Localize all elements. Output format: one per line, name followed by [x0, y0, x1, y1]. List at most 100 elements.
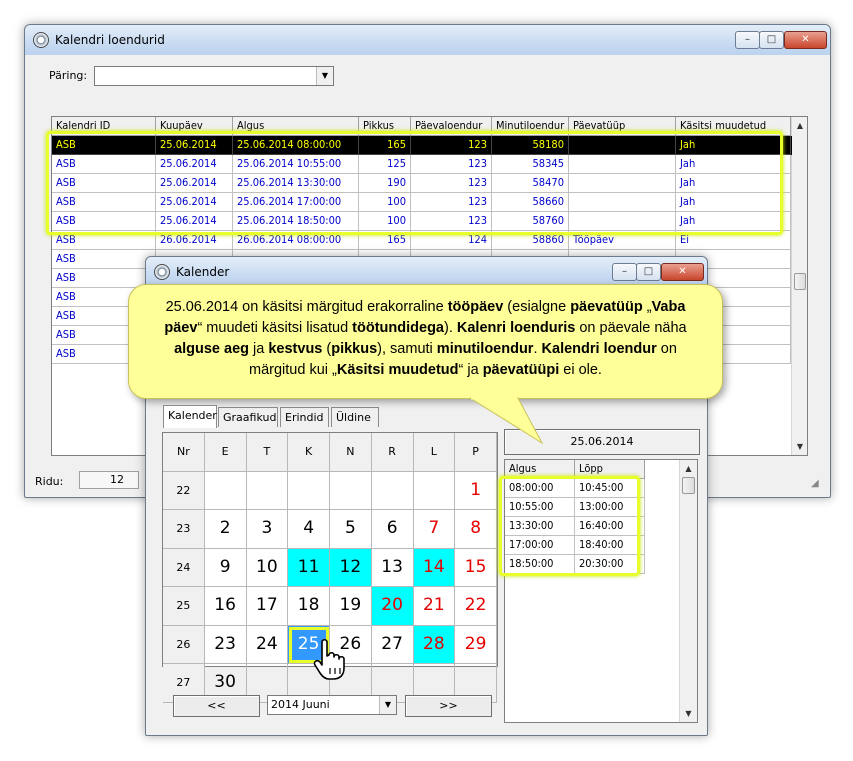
callout-text: ja	[249, 341, 269, 357]
calendar-day[interactable]: 13	[371, 548, 414, 587]
calendar-day[interactable]: 20	[371, 587, 414, 626]
table-row[interactable]: ASB 25.06.2014 25.06.2014 13:30:00 190 123 58…	[52, 174, 792, 193]
table-cell: 25.06.2014	[156, 155, 233, 174]
table-scrollbar[interactable]: ▲ ▼	[791, 117, 807, 455]
tab-erindid[interactable]: Erindid	[280, 407, 329, 427]
calendar-day[interactable]: 8	[455, 510, 497, 549]
intervals-list[interactable]: Algus Lõpp ▲ ▼ 08:00:00 10:45:00 10:55:00 1…	[504, 459, 698, 723]
query-select[interactable]: ▼	[94, 66, 334, 86]
table-row[interactable]: ASB 25.06.2014 25.06.2014 08:00:00 165 123 58…	[52, 136, 792, 155]
column-header[interactable]: Käsitsi muudetud	[676, 117, 791, 136]
calendar-day[interactable]: 3	[246, 510, 289, 549]
column-header[interactable]: Algus	[233, 117, 359, 136]
calendar-day[interactable]: 10	[246, 548, 289, 587]
interval-row[interactable]: 10:55:00 13:00:00	[505, 498, 645, 517]
interval-end: 16:40:00	[575, 517, 645, 536]
calendar-day[interactable]: 4	[288, 510, 330, 549]
table-cell: ASB	[52, 193, 156, 212]
tab-uldine[interactable]: Üldine	[331, 407, 379, 427]
calendar-day[interactable]: 9	[204, 548, 247, 587]
callout-text: alguse aeg	[174, 341, 250, 357]
calendar-empty-cell	[246, 471, 289, 510]
close-button[interactable]: ✕	[784, 31, 827, 49]
calendar-day[interactable]: 16	[204, 587, 247, 626]
chevron-down-icon[interactable]: ▼	[379, 696, 396, 714]
table-cell: 58660	[492, 193, 569, 212]
callout-note: 25.06.2014 on käsitsi märgitud erakorral…	[128, 284, 723, 399]
callout-text: „	[642, 299, 652, 315]
callout-text: .	[533, 341, 542, 357]
calendar-day[interactable]: 29	[455, 625, 497, 664]
calendar-day[interactable]: 5	[330, 510, 372, 549]
table-cell: 58180	[492, 136, 569, 155]
column-header[interactable]: Kalendri ID	[52, 117, 156, 136]
table-cell: ASB	[52, 250, 156, 269]
table-cell: 124	[411, 231, 492, 250]
interval-row[interactable]: 17:00:00 18:40:00	[505, 536, 645, 555]
calendar-day[interactable]: 15	[455, 548, 497, 587]
next-month-button[interactable]: >>	[405, 695, 492, 717]
table-cell	[569, 136, 676, 155]
calendar-day[interactable]: 12	[330, 548, 372, 587]
month-calendar[interactable]: Nr E T K N R L P 22 1 23 2 3 4 5 6 7 8 24 9 10 11 12 13 14 15 25 16…	[162, 432, 498, 703]
callout-pointer	[470, 397, 544, 445]
interval-row[interactable]: 08:00:00 10:45:00	[505, 479, 645, 498]
calendar-close-button[interactable]: ✕	[661, 263, 704, 281]
calendar-day[interactable]: 6	[371, 510, 414, 549]
scroll-up-icon[interactable]: ▲	[680, 460, 697, 477]
tab-graafikud[interactable]: Graafikud	[218, 407, 278, 427]
intervals-scrollbar[interactable]: ▲ ▼	[679, 460, 697, 722]
main-titlebar[interactable]: Kalendri loendurid – □ ✕	[25, 25, 830, 55]
callout-text: Käsitsi muudetud	[336, 362, 459, 378]
table-cell: 123	[411, 155, 492, 174]
column-header[interactable]: Minutiloendur	[492, 117, 569, 136]
column-header[interactable]: Pikkus	[359, 117, 411, 136]
calendar-day[interactable]: 7	[413, 510, 456, 549]
interval-row[interactable]: 13:30:00 16:40:00	[505, 517, 645, 536]
table-cell: 125	[359, 155, 411, 174]
rows-label: Ridu:	[35, 475, 64, 488]
table-row[interactable]: ASB 25.06.2014 25.06.2014 10:55:00 125 123 58…	[52, 155, 792, 174]
interval-end: 10:45:00	[575, 479, 645, 498]
scroll-up-icon[interactable]: ▲	[792, 117, 807, 134]
calendar-day[interactable]: 21	[413, 587, 456, 626]
minimize-button[interactable]: –	[735, 31, 760, 49]
interval-row[interactable]: 18:50:00 20:30:00	[505, 555, 645, 574]
table-row[interactable]: ASB 25.06.2014 25.06.2014 18:50:00 100 123 58…	[52, 212, 792, 231]
calendar-minimize-button[interactable]: –	[612, 263, 637, 281]
column-header[interactable]: Päevaloendur	[411, 117, 492, 136]
calendar-day[interactable]: 28	[413, 625, 456, 664]
calendar-titlebar[interactable]: Kalender – □ ✕	[146, 257, 707, 287]
scroll-thumb[interactable]	[682, 477, 695, 494]
calendar-day[interactable]: 1	[455, 471, 497, 510]
table-cell: 25.06.2014 17:00:00	[233, 193, 359, 212]
callout-text: ei ole.	[559, 362, 602, 378]
chevron-down-icon[interactable]: ▼	[316, 67, 333, 85]
calendar-day[interactable]: 17	[246, 587, 289, 626]
calendar-day[interactable]: 19	[330, 587, 372, 626]
scroll-thumb[interactable]	[794, 273, 806, 290]
column-header[interactable]: Päevatüüp	[569, 117, 676, 136]
calendar-day[interactable]: 14	[413, 548, 456, 587]
resize-grip-icon[interactable]: ◢	[811, 478, 823, 490]
app-icon	[33, 32, 49, 48]
calendar-day[interactable]: 27	[371, 625, 414, 664]
tab-kalender[interactable]: Kalender	[163, 405, 217, 428]
calendar-day[interactable]: 23	[204, 625, 247, 664]
calendar-day[interactable]: 24	[246, 625, 289, 664]
column-header[interactable]: Kuupäev	[156, 117, 233, 136]
calendar-day[interactable]: 22	[455, 587, 497, 626]
table-row[interactable]: ASB 25.06.2014 25.06.2014 17:00:00 100 123 58…	[52, 193, 792, 212]
month-select[interactable]: 2014 Juuni ▼	[267, 695, 397, 715]
calendar-day[interactable]: 11	[288, 548, 330, 587]
calendar-day[interactable]: 18	[288, 587, 330, 626]
table-row[interactable]: ASB 26.06.2014 26.06.2014 08:00:00 165 124 58…	[52, 231, 792, 250]
scroll-down-icon[interactable]: ▼	[680, 705, 697, 722]
scroll-down-icon[interactable]: ▼	[792, 438, 807, 455]
prev-month-button[interactable]: <<	[173, 695, 260, 717]
week-number: 23	[163, 510, 205, 549]
calendar-day[interactable]: 2	[204, 510, 247, 549]
hand-pointer-icon	[313, 638, 345, 680]
calendar-maximize-button[interactable]: □	[636, 263, 661, 281]
maximize-button[interactable]: □	[759, 31, 784, 49]
